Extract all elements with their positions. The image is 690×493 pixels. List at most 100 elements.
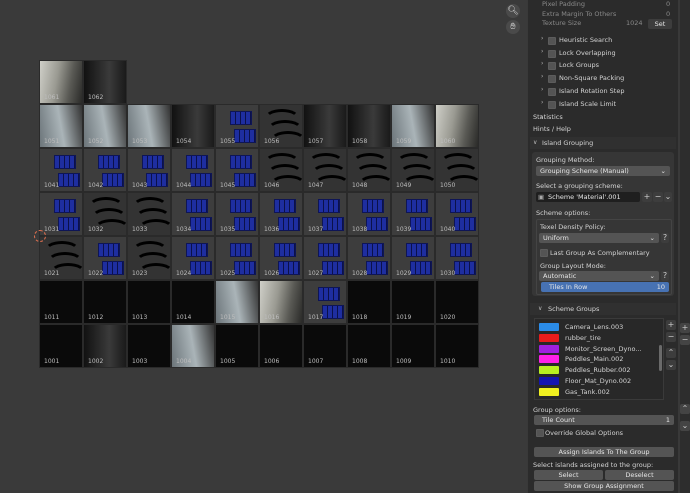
udim-tile[interactable]: 1048 xyxy=(347,148,391,192)
help-icon[interactable]: ? xyxy=(661,271,669,281)
chevron-down-icon[interactable]: ⌄ xyxy=(664,192,672,202)
udim-tile[interactable]: 1038 xyxy=(347,192,391,236)
udim-tile[interactable]: 1061 xyxy=(39,60,83,104)
option-row[interactable]: › Island Rotation Step xyxy=(528,86,678,97)
udim-tile[interactable]: 1012 xyxy=(83,280,127,324)
scheme-groups-header[interactable]: ∨ Scheme Groups xyxy=(530,303,676,315)
scheme-group-item[interactable]: Floor_Mat_Dyno.002 xyxy=(535,376,655,386)
udim-tile[interactable]: 1006 xyxy=(259,324,303,368)
udim-tile[interactable]: 1054 xyxy=(171,104,215,148)
udim-tile[interactable]: 1044 xyxy=(171,148,215,192)
udim-tile[interactable]: 1020 xyxy=(435,280,479,324)
2d-cursor[interactable] xyxy=(34,230,46,242)
udim-tile[interactable]: 1058 xyxy=(347,104,391,148)
add-scheme-icon[interactable]: + xyxy=(642,192,652,202)
udim-tile[interactable]: 1056 xyxy=(259,104,303,148)
scheme-group-item[interactable]: rubber_tire xyxy=(535,333,655,343)
list-scrollbar[interactable] xyxy=(659,345,662,371)
udim-tile[interactable]: 1059 xyxy=(391,104,435,148)
udim-tile[interactable]: 1002 xyxy=(83,324,127,368)
group-color-swatch[interactable] xyxy=(539,377,559,385)
tiles-in-row-field[interactable]: Tiles In Row 10 xyxy=(541,282,669,292)
texture-size-value[interactable]: 1024 xyxy=(626,19,643,27)
udim-tile[interactable]: 1027 xyxy=(303,236,347,280)
udim-tile[interactable]: 1010 xyxy=(435,324,479,368)
group-color-swatch[interactable] xyxy=(539,323,559,331)
grouping-method-dropdown[interactable]: Grouping Scheme (Manual) ⌄ xyxy=(536,166,670,176)
option-row[interactable]: › Lock Groups xyxy=(528,60,678,71)
udim-tile[interactable]: 1036 xyxy=(259,192,303,236)
udim-tile[interactable]: 1016 xyxy=(259,280,303,324)
udim-tile[interactable]: 1032 xyxy=(83,192,127,236)
udim-tile[interactable]: 1030 xyxy=(435,236,479,280)
option-row[interactable]: › Island Scale Limit xyxy=(528,99,678,110)
layout-mode-dropdown[interactable]: Automatic ⌄ xyxy=(539,271,659,281)
udim-tile[interactable]: 1047 xyxy=(303,148,347,192)
hand-icon[interactable]: ✋︎ xyxy=(506,20,520,34)
udim-tile[interactable]: 1003 xyxy=(127,324,171,368)
udim-tile[interactable]: 1021 xyxy=(39,236,83,280)
udim-tile[interactable]: 1062 xyxy=(83,60,127,104)
option-checkbox[interactable] xyxy=(548,37,556,45)
udim-tile[interactable]: 1013 xyxy=(127,280,171,324)
udim-grid[interactable]: 1061 1062 1051 1052 1053 1054 1055 1056 1057 1058… xyxy=(39,60,479,368)
scheme-selector[interactable]: Scheme 'Material'.001 ▣ xyxy=(536,192,640,202)
udim-tile[interactable]: 1024 xyxy=(171,236,215,280)
override-global-checkbox[interactable] xyxy=(536,429,544,437)
udim-tile[interactable]: 1037 xyxy=(303,192,347,236)
extra-margin-value[interactable]: 0 xyxy=(666,10,670,18)
group-color-swatch[interactable] xyxy=(539,333,559,342)
pixel-padding-value[interactable]: 0 xyxy=(666,0,670,8)
udim-tile[interactable]: 1015 xyxy=(215,280,259,324)
magnifier-icon[interactable]: 🔍︎ xyxy=(506,4,520,18)
group-color-swatch[interactable] xyxy=(539,355,559,364)
udim-tile[interactable]: 1009 xyxy=(391,324,435,368)
udim-tile[interactable]: 1052 xyxy=(83,104,127,148)
udim-tile[interactable]: 1001 xyxy=(39,324,83,368)
select-button[interactable]: Select xyxy=(534,470,603,480)
assign-islands-button[interactable]: Assign Islands To The Group xyxy=(534,447,674,457)
group-color-swatch[interactable] xyxy=(539,387,559,396)
udim-tile[interactable]: 1031 xyxy=(39,192,83,236)
udim-tile[interactable]: 1029 xyxy=(391,236,435,280)
udim-tile[interactable]: 1026 xyxy=(259,236,303,280)
udim-tile[interactable]: 1041 xyxy=(39,148,83,192)
zoom-in-icon[interactable]: + xyxy=(680,323,690,333)
udim-tile[interactable]: 1050 xyxy=(435,148,479,192)
scheme-group-item[interactable]: Camera_Lens.003 xyxy=(535,322,655,332)
udim-tile[interactable]: 1023 xyxy=(127,236,171,280)
option-checkbox[interactable] xyxy=(548,75,556,84)
option-checkbox[interactable] xyxy=(548,62,556,71)
udim-tile[interactable]: 1004 xyxy=(171,324,215,368)
collapse-icon[interactable]: ⌃ xyxy=(680,404,690,414)
udim-tile[interactable]: 1005 xyxy=(215,324,259,368)
show-group-assignment-button[interactable]: Show Group Assignment xyxy=(534,481,674,491)
udim-tile[interactable]: 1014 xyxy=(171,280,215,324)
option-row[interactable]: › Non-Square Packing xyxy=(528,73,678,84)
udim-tile[interactable]: 1053 xyxy=(127,104,171,148)
help-icon[interactable]: ? xyxy=(661,233,669,243)
texel-density-dropdown[interactable]: Uniform ⌄ xyxy=(539,233,659,243)
zoom-out-icon[interactable]: − xyxy=(680,335,690,345)
udim-tile[interactable]: 1040 xyxy=(435,192,479,236)
uv-editor-viewport[interactable]: 1061 1062 1051 1052 1053 1054 1055 1056 1057 1058… xyxy=(0,0,527,493)
scheme-groups-list[interactable]: Camera_Lens.003 rubber_tire Monitor_Screen… xyxy=(534,318,664,400)
udim-tile[interactable]: 1017 xyxy=(303,280,347,324)
move-down-icon[interactable]: ⌄ xyxy=(666,360,676,370)
udim-tile[interactable]: 1049 xyxy=(391,148,435,192)
udim-tile[interactable]: 1042 xyxy=(83,148,127,192)
udim-tile[interactable]: 1022 xyxy=(83,236,127,280)
group-color-swatch[interactable] xyxy=(539,366,559,375)
option-checkbox[interactable] xyxy=(548,87,556,96)
group-color-swatch[interactable] xyxy=(539,344,559,353)
udim-tile[interactable]: 1008 xyxy=(347,324,391,368)
udim-tile[interactable]: 1028 xyxy=(347,236,391,280)
udim-tile[interactable]: 1055 xyxy=(215,104,259,148)
udim-tile[interactable]: 1033 xyxy=(127,192,171,236)
scheme-group-item[interactable]: Peddles_Main.002 xyxy=(535,354,655,364)
scheme-group-item[interactable]: Gas_Tank.002 xyxy=(535,387,655,397)
udim-tile[interactable]: 1060 xyxy=(435,104,479,148)
option-checkbox[interactable] xyxy=(548,100,556,109)
udim-tile[interactable]: 1039 xyxy=(391,192,435,236)
island-grouping-header[interactable]: ∨ Island Grouping xyxy=(530,137,676,149)
